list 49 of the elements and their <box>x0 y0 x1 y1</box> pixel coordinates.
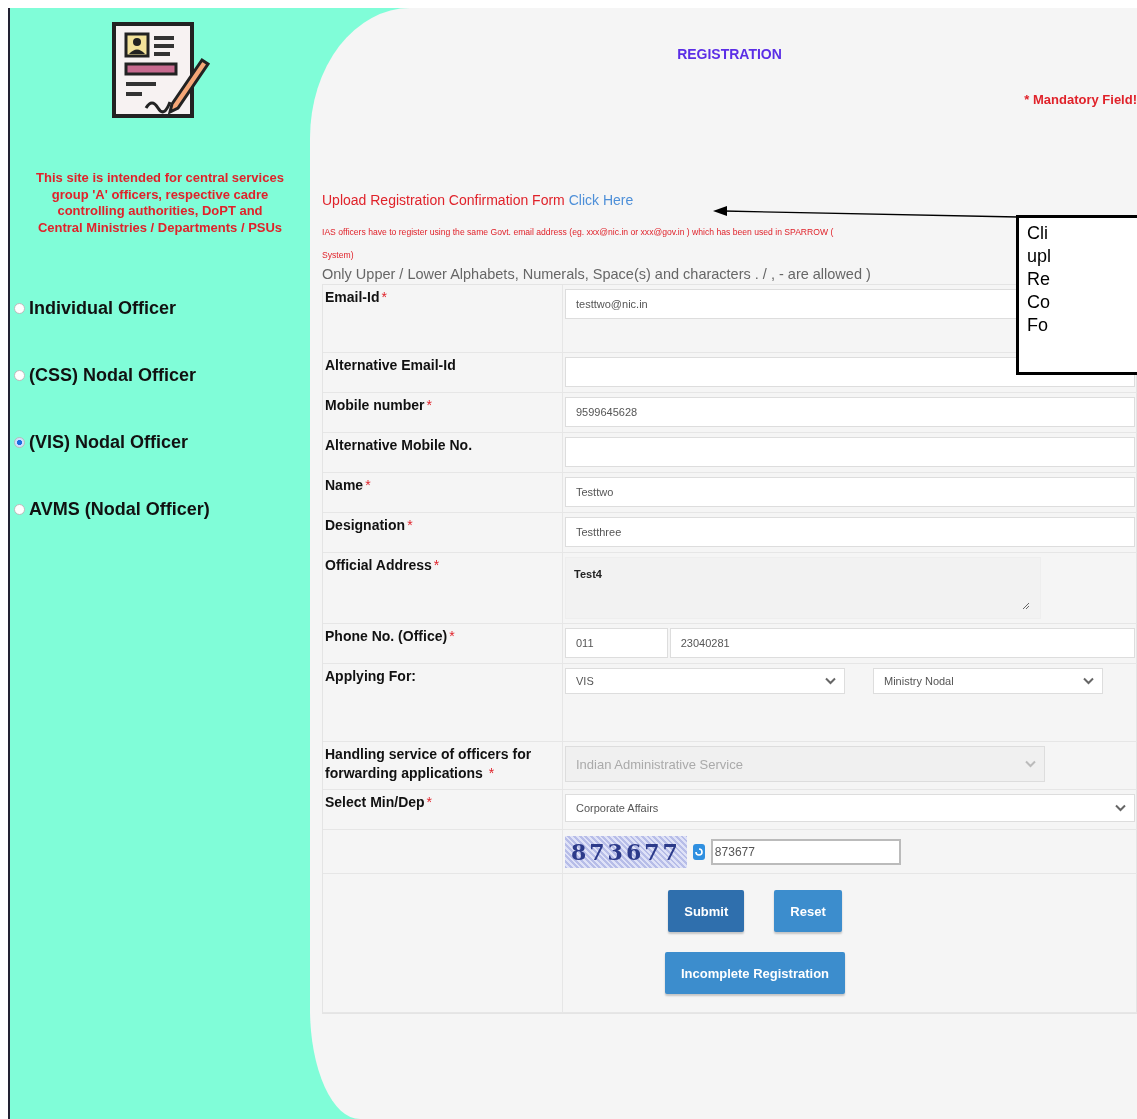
field-label: Mobile number* <box>323 393 563 433</box>
dropdown[interactable]: Corporate Affairs <box>565 794 1135 822</box>
field-label: Name* <box>323 473 563 513</box>
field-label: Alternative Mobile No. <box>323 433 563 473</box>
phone-field[interactable]: 23040281 <box>669 628 1135 658</box>
text-field[interactable] <box>565 437 1135 467</box>
radio-icon[interactable] <box>14 370 25 381</box>
field-label: Phone No. (Office)* <box>323 624 563 664</box>
field-label: Applying For: <box>323 664 563 742</box>
dropdown[interactable]: VIS <box>565 668 845 694</box>
ias-note: IAS officers have to register using the same Govt. email address (eg. xxx@nic.in or xxx@gov.in ) which has been used in SPARROW ( <box>322 226 834 239</box>
std-code-field[interactable]: 011 <box>565 628 668 658</box>
allowed-characters-note: Only Upper / Lower Alphabets, Numerals, Space(s) and characters . / , - are allowed ) <box>322 266 871 282</box>
chevron-down-icon <box>1115 804 1126 812</box>
annotation-tooltip: Cli upl Re Co Fo <box>1016 215 1137 375</box>
resize-grip-icon <box>1022 602 1030 610</box>
captcha-field[interactable]: 873677 <box>710 838 901 865</box>
form-button[interactable]: Submit <box>668 890 745 932</box>
radio-icon[interactable] <box>14 437 25 448</box>
field-label: Select Min/Dep* <box>323 790 563 830</box>
field-label: Alternative Email-Id <box>323 353 563 393</box>
mandatory-note: * Mandatory Field! <box>1024 92 1137 107</box>
text-field[interactable]: Testthree <box>565 517 1135 547</box>
field-label: Email-Id* <box>323 285 563 353</box>
radio-icon[interactable] <box>14 303 25 314</box>
site-notice: This site is intended for central services group 'A' officers, respective cadre controlling authorities, DoPT and Central Ministries / Departments / PSUs <box>36 170 284 236</box>
chevron-down-icon <box>1025 760 1036 768</box>
incomplete-registration-button[interactable]: Incomplete Registration <box>664 952 846 994</box>
dropdown[interactable]: Ministry Nodal <box>873 668 1103 694</box>
document-pen-icon <box>110 20 210 120</box>
upload-instruction: Upload Registration Confirmation Form Click Here <box>322 192 634 208</box>
page-title: REGISTRATION <box>677 46 782 62</box>
role-radio-option[interactable]: AVMS (Nodal Officer) <box>14 499 310 520</box>
captcha-image: 873677 <box>565 835 687 868</box>
chevron-down-icon <box>825 677 836 685</box>
ias-note: System) <box>322 249 354 262</box>
field-label: Handling service of officers for forwarding applications * <box>323 742 563 790</box>
text-field[interactable]: 9599645628 <box>565 397 1135 427</box>
role-radio-option[interactable]: (CSS) Nodal Officer <box>14 365 310 386</box>
field-label: Official Address* <box>323 553 563 624</box>
text-field[interactable]: Testtwo <box>565 477 1135 507</box>
field-label: Designation* <box>323 513 563 553</box>
chevron-down-icon <box>1083 677 1094 685</box>
radio-icon[interactable] <box>14 504 25 515</box>
role-radio-option[interactable]: Individual Officer <box>14 298 310 319</box>
role-radio-option[interactable]: (VIS) Nodal Officer <box>14 432 310 453</box>
address-field[interactable]: Test4 <box>565 557 1041 619</box>
refresh-icon[interactable] <box>692 843 705 860</box>
form-button[interactable]: Reset <box>774 890 842 932</box>
